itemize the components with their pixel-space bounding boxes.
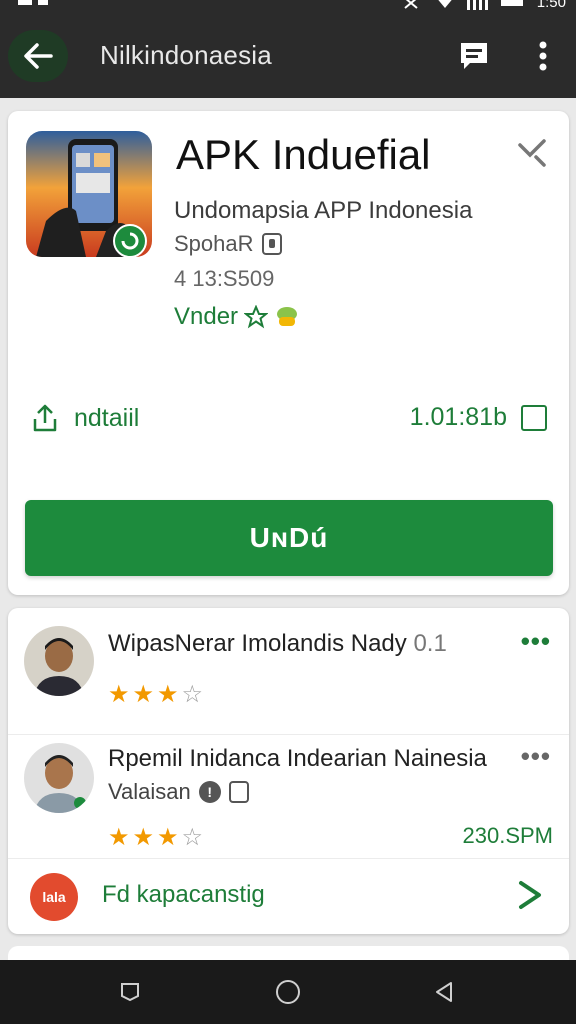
- star-filled-icon: ★: [132, 681, 155, 708]
- vendor-row: Vnder: [174, 303, 300, 331]
- signal-icon: [466, 0, 488, 10]
- review-item[interactable]: Rpemil Inidanca Indearian Nainesia ••• V…: [8, 734, 569, 854]
- share-button[interactable]: ndtaiil: [30, 403, 139, 433]
- reviewer-name-text: WipasNerar Imolandis Nady: [108, 630, 407, 657]
- recents-icon: [121, 983, 139, 1002]
- app-bar: Nilkindonaesia: [0, 14, 576, 98]
- star-filled-icon: ★: [132, 824, 155, 851]
- more-horiz-icon[interactable]: •••: [521, 741, 551, 772]
- review-item[interactable]: WipasNerar Imolandis Nady 0.1 ••• ★ ★ ★ ☆: [8, 622, 569, 726]
- badge-icon: [277, 307, 298, 326]
- more-vert-icon: [539, 41, 547, 71]
- avatar: [24, 626, 94, 696]
- back-button[interactable]: [8, 30, 68, 82]
- more-apps-row[interactable]: lala Fd kapacanstig: [8, 858, 569, 930]
- rating-stars: ★ ★ ★ ☆: [108, 680, 203, 709]
- reviews-card: WipasNerar Imolandis Nady 0.1 ••• ★ ★ ★ ☆ R…: [8, 608, 569, 934]
- star-filled-icon: ★: [157, 824, 179, 851]
- install-button[interactable]: UɴDú: [25, 500, 553, 576]
- info-icon[interactable]: [261, 233, 282, 255]
- app-bar-title: Nilkindonaesia: [100, 40, 272, 70]
- vendor-label: Vnder: [174, 303, 239, 330]
- home-button[interactable]: [272, 976, 304, 1008]
- star-filled-icon: ★: [157, 681, 179, 708]
- review-time: 230.SPM: [462, 823, 554, 848]
- avatar: [24, 743, 94, 813]
- download-count: 4 13:S509: [174, 266, 275, 291]
- alert-icon: !: [198, 781, 221, 803]
- star-filled-icon: ★: [108, 681, 130, 708]
- home-icon: [276, 980, 300, 1004]
- developer-link[interactable]: Undomapsia APP Indonesia: [174, 197, 472, 225]
- star-filled-icon: ★: [108, 824, 130, 851]
- rating-stars: ★ ★ ★ ☆: [108, 823, 203, 852]
- star-outline-icon: ☆: [181, 824, 204, 851]
- star-badge-icon: [244, 305, 269, 329]
- sponsor-row: SpohaR: [174, 231, 282, 257]
- reviewer-subtitle: Valaisan: [108, 779, 191, 804]
- app-detail-card: APK Induefial Undomapsia APP Indonesia S…: [8, 111, 569, 595]
- size-row: 1.01:81b: [410, 403, 547, 432]
- share-label: ndtaiil: [74, 403, 140, 432]
- recents-button[interactable]: [114, 976, 146, 1008]
- battery-icon: [500, 0, 523, 6]
- wifi-icon: [438, 0, 452, 8]
- notification-icon: [18, 0, 48, 5]
- reviewer-subtitle-row: Valaisan !: [108, 779, 249, 805]
- brand-logo: lala: [30, 873, 78, 921]
- app-icon[interactable]: [26, 131, 152, 257]
- arrow-left-icon: [24, 43, 53, 69]
- app-title: APK Induefial: [176, 131, 431, 178]
- status-time: 1:50: [536, 0, 566, 11]
- collapse-icon[interactable]: [514, 135, 550, 171]
- more-apps-label: Fd kapacanstig: [102, 881, 265, 908]
- star-outline-icon: ☆: [181, 681, 204, 708]
- review-score: 0.1: [413, 630, 447, 657]
- overflow-menu-button[interactable]: [528, 38, 558, 74]
- reviewer-name: WipasNerar Imolandis Nady 0.1: [108, 630, 447, 658]
- chevron-right-icon: [519, 881, 541, 909]
- back-triangle-icon: [436, 982, 452, 1002]
- bookmark-icon[interactable]: [521, 404, 547, 431]
- reviewer-name: Rpemil Inidanca Indearian Nainesia: [108, 745, 487, 772]
- status-bar: 1:50: [0, 0, 576, 14]
- status-icons: 1:50: [401, 0, 566, 11]
- system-nav-bar: [0, 960, 576, 1024]
- bluetooth-icon: [404, 0, 418, 9]
- sponsor-label: SpohaR: [174, 231, 254, 256]
- share-icon: [33, 404, 57, 432]
- back-nav-button[interactable]: [428, 976, 460, 1008]
- app-icon-image: [26, 131, 152, 257]
- chat-button[interactable]: [456, 38, 492, 74]
- app-size: 1.01:81b: [409, 403, 507, 431]
- trash-icon[interactable]: [228, 781, 249, 803]
- message-icon: [461, 43, 487, 69]
- more-horiz-icon[interactable]: •••: [521, 626, 551, 657]
